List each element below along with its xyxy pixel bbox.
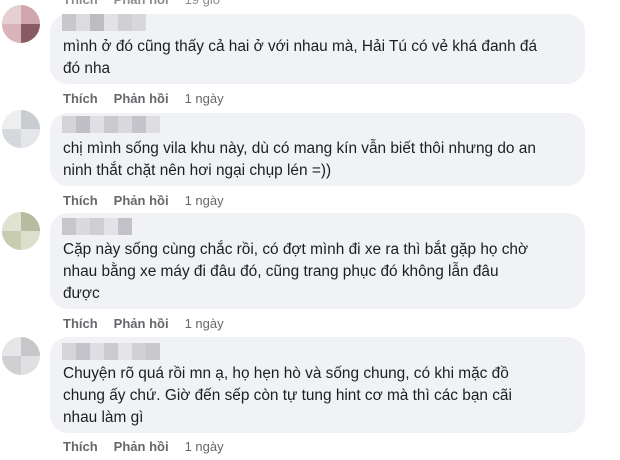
comment-text: Cặp này sống cùng chắc rồi, có đợt mình … (63, 241, 529, 302)
timestamp[interactable]: 1 ngày (185, 192, 224, 210)
reply-button[interactable]: Phản hồi (114, 192, 169, 210)
blurred-author-name[interactable] (62, 218, 132, 235)
comment-bubble: Cặp này sống cùng chắc rồi, có đợt mình … (50, 213, 585, 309)
comment-actions: Thích Phản hồi 1 ngày (63, 192, 224, 210)
like-button[interactable]: Thích (63, 90, 98, 108)
avatar[interactable] (2, 5, 40, 43)
like-button[interactable]: Thích (63, 192, 98, 210)
previous-comment-actions: Thích Phản hồi 19 giờ (63, 0, 221, 9)
reply-button[interactable]: Phản hồi (114, 315, 169, 333)
avatar[interactable] (2, 212, 40, 250)
avatar[interactable] (2, 337, 40, 375)
blurred-author-name[interactable] (62, 343, 160, 360)
like-button[interactable]: Thích (63, 315, 98, 333)
reply-button[interactable]: Phản hồi (114, 0, 169, 9)
comment-text: Chuyện rõ quá rồi mn ạ, họ hẹn hò và sốn… (63, 365, 512, 426)
comment-text: mình ở đó cũng thấy cả hai ở với nhau mà… (63, 38, 538, 77)
timestamp[interactable]: 1 ngày (185, 315, 224, 333)
reply-button[interactable]: Phản hồi (114, 438, 169, 456)
timestamp: 19 giờ (185, 0, 222, 9)
blurred-author-name[interactable] (62, 116, 160, 133)
blurred-author-name[interactable] (62, 14, 146, 31)
comment-bubble: Chuyện rõ quá rồi mn ạ, họ hẹn hò và sốn… (50, 337, 585, 433)
comment-bubble: chị mình sống vila khu này, dù có mang k… (50, 113, 585, 186)
comment-actions: Thích Phản hồi 1 ngày (63, 438, 224, 456)
timestamp[interactable]: 1 ngày (185, 90, 224, 108)
timestamp[interactable]: 1 ngày (185, 438, 224, 456)
like-button[interactable]: Thích (63, 438, 98, 456)
avatar[interactable] (2, 110, 40, 148)
comment-bubble: mình ở đó cũng thấy cả hai ở với nhau mà… (50, 14, 585, 84)
comment-actions: Thích Phản hồi 1 ngày (63, 90, 224, 108)
reply-button[interactable]: Phản hồi (114, 90, 169, 108)
comment-actions: Thích Phản hồi 1 ngày (63, 315, 224, 333)
like-button[interactable]: Thích (63, 0, 98, 9)
comment-thread: Thích Phản hồi 19 giờ mình ở đó cũng thấ… (0, 0, 620, 460)
comment-text: chị mình sống vila khu này, dù có mang k… (63, 140, 536, 179)
